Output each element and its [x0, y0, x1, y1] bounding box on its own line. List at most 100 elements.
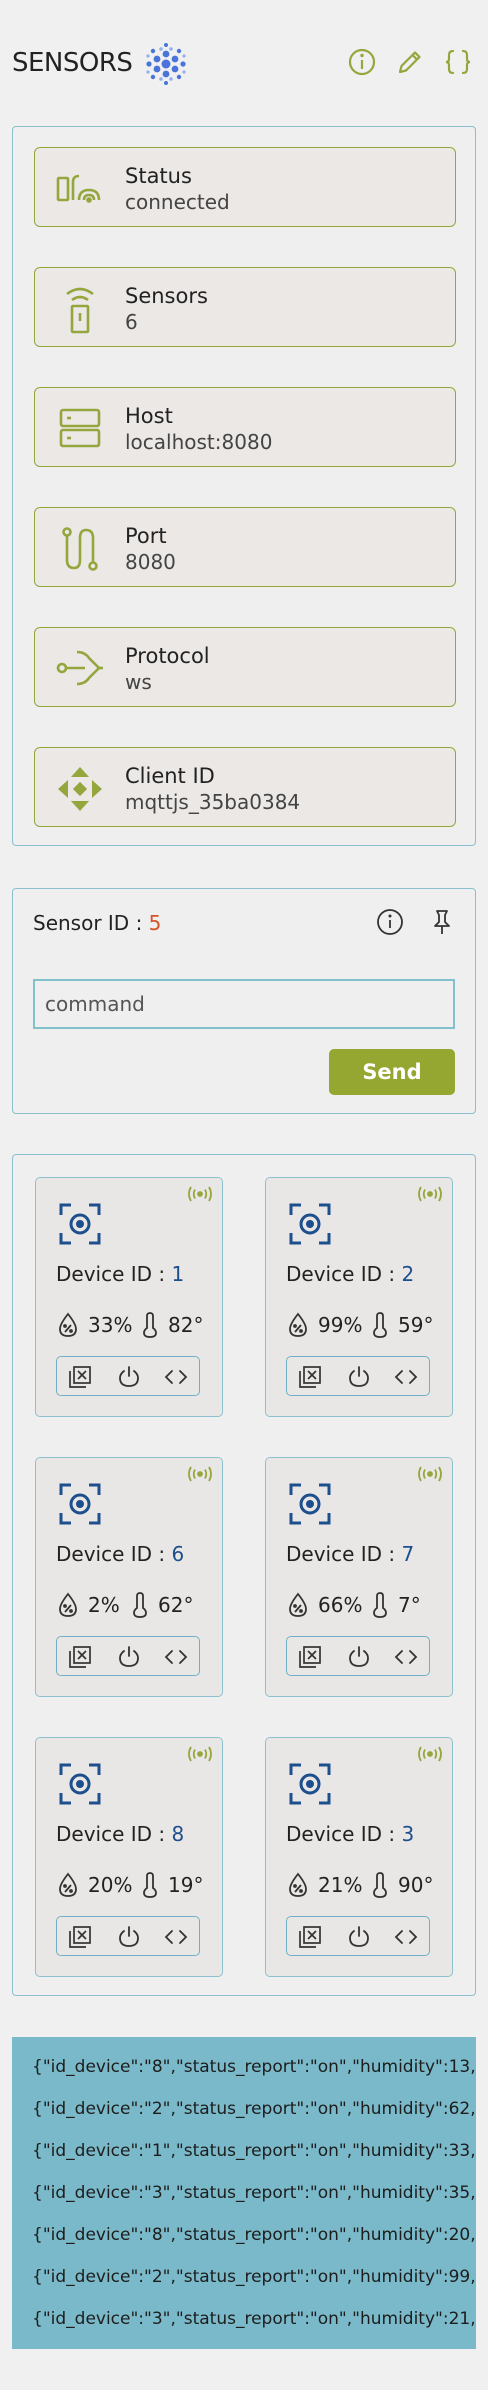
humidity-value: 20% [88, 1873, 133, 1897]
device-actions [56, 1916, 200, 1956]
client-id-value: mqttjs_35ba0384 [125, 790, 301, 814]
device-id-label: Device ID : [56, 1822, 172, 1846]
device-target-icon [289, 1483, 331, 1525]
device-id-label: Device ID : [56, 1262, 172, 1286]
sensor-device-icon [66, 287, 94, 334]
status-value: connected [125, 190, 230, 214]
info-icon[interactable] [346, 46, 378, 78]
device-id-value: 3 [401, 1822, 415, 1846]
humidity-value: 21% [318, 1873, 363, 1897]
humidity-value: 2% [88, 1593, 120, 1617]
delete-icon[interactable] [67, 1365, 93, 1389]
braces-icon[interactable] [442, 46, 474, 78]
device-target-icon [289, 1203, 331, 1245]
device-actions [56, 1636, 200, 1676]
device-id-value: 6 [171, 1542, 185, 1566]
temperature-value: 59° [398, 1313, 434, 1337]
broadcast-icon [188, 1746, 212, 1762]
power-icon[interactable] [347, 1645, 371, 1669]
port-icon [62, 527, 98, 571]
info-icon[interactable] [375, 907, 405, 937]
broadcast-icon [418, 1186, 442, 1202]
app-title: SENSORS [12, 48, 133, 78]
device-id-label: Device ID : [286, 1262, 402, 1286]
power-icon[interactable] [117, 1925, 141, 1949]
broadcast-icon [418, 1746, 442, 1762]
humidity-icon [289, 1872, 307, 1897]
log-line: {"id_device":"8","status_report":"on","h… [32, 2057, 476, 2077]
device-id-value: 2 [401, 1262, 415, 1286]
client-id-label: Client ID [125, 764, 215, 788]
sensors-value: 6 [125, 310, 138, 334]
command-panel: Sensor ID : 5 Send [12, 888, 476, 1114]
connection-info-panel: Status connected Sensors 6 Host localhos… [12, 126, 476, 846]
device-readings: 21% 90° [286, 1870, 446, 1900]
device-id-label: Device ID : [286, 1542, 402, 1566]
device-card[interactable]: Device ID : 1 33% 82° [35, 1177, 223, 1417]
power-icon[interactable] [117, 1365, 141, 1389]
humidity-icon [59, 1592, 77, 1617]
delete-icon[interactable] [297, 1365, 323, 1389]
log-line: {"id_device":"3","status_report":"on","h… [32, 2183, 476, 2203]
broadcast-icon [418, 1466, 442, 1482]
device-readings: 66% 7° [286, 1590, 446, 1620]
port-label: Port [125, 524, 167, 548]
delete-icon[interactable] [297, 1645, 323, 1669]
thermometer-icon [373, 1592, 387, 1618]
log-line: {"id_device":"2","status_report":"on","h… [32, 2099, 476, 2119]
humidity-icon [289, 1312, 307, 1337]
code-icon[interactable] [393, 1645, 419, 1669]
device-id-value: 8 [171, 1822, 185, 1846]
thermometer-icon [143, 1872, 157, 1898]
code-icon[interactable] [163, 1365, 189, 1389]
humidity-icon [289, 1592, 307, 1617]
device-card[interactable]: Device ID : 2 99% 59° [265, 1177, 453, 1417]
code-icon[interactable] [393, 1925, 419, 1949]
device-id: Device ID : 2 [286, 1262, 414, 1286]
thermometer-icon [373, 1312, 387, 1338]
power-icon[interactable] [347, 1925, 371, 1949]
sensor-id-label-text: Sensor ID : [33, 911, 149, 935]
broadcast-icon [188, 1466, 212, 1482]
code-icon[interactable] [163, 1645, 189, 1669]
power-icon[interactable] [117, 1645, 141, 1669]
device-card[interactable]: Device ID : 7 66% 7° [265, 1457, 453, 1697]
device-card[interactable]: Device ID : 3 21% 90° [265, 1737, 453, 1977]
temperature-value: 62° [158, 1593, 194, 1617]
device-actions [286, 1916, 430, 1956]
host-card: Host localhost:8080 [34, 387, 456, 467]
device-readings: 33% 82° [56, 1310, 216, 1340]
device-actions [56, 1356, 200, 1396]
humidity-value: 66% [318, 1593, 363, 1617]
log-line: {"id_device":"1","status_report":"on","h… [32, 2141, 476, 2161]
delete-icon[interactable] [297, 1925, 323, 1949]
log-line: {"id_device":"8","status_report":"on","h… [32, 2225, 476, 2245]
port-value: 8080 [125, 550, 176, 574]
power-icon[interactable] [347, 1365, 371, 1389]
device-id: Device ID : 8 [56, 1822, 184, 1846]
delete-icon[interactable] [67, 1925, 93, 1949]
device-id: Device ID : 1 [56, 1262, 184, 1286]
pin-icon[interactable] [427, 907, 457, 937]
delete-icon[interactable] [67, 1645, 93, 1669]
thermometer-icon [143, 1312, 157, 1338]
status-label: Status [125, 164, 192, 188]
device-card[interactable]: Device ID : 6 2% 62° [35, 1457, 223, 1697]
code-icon[interactable] [393, 1365, 419, 1389]
pencil-icon[interactable] [394, 46, 426, 78]
send-button[interactable]: Send [329, 1049, 455, 1095]
humidity-icon [59, 1312, 77, 1337]
temperature-value: 90° [398, 1873, 434, 1897]
server-icon [59, 408, 101, 448]
log-line: {"id_device":"2","status_report":"on","h… [32, 2267, 476, 2287]
device-id: Device ID : 6 [56, 1542, 184, 1566]
command-input[interactable] [33, 979, 455, 1029]
device-id-label: Device ID : [56, 1542, 172, 1566]
device-readings: 20% 19° [56, 1870, 216, 1900]
device-id: Device ID : 3 [286, 1822, 414, 1846]
device-id: Device ID : 7 [286, 1542, 414, 1566]
code-icon[interactable] [163, 1925, 189, 1949]
device-readings: 2% 62° [56, 1590, 216, 1620]
device-card[interactable]: Device ID : 8 20% 19° [35, 1737, 223, 1977]
port-card: Port 8080 [34, 507, 456, 587]
